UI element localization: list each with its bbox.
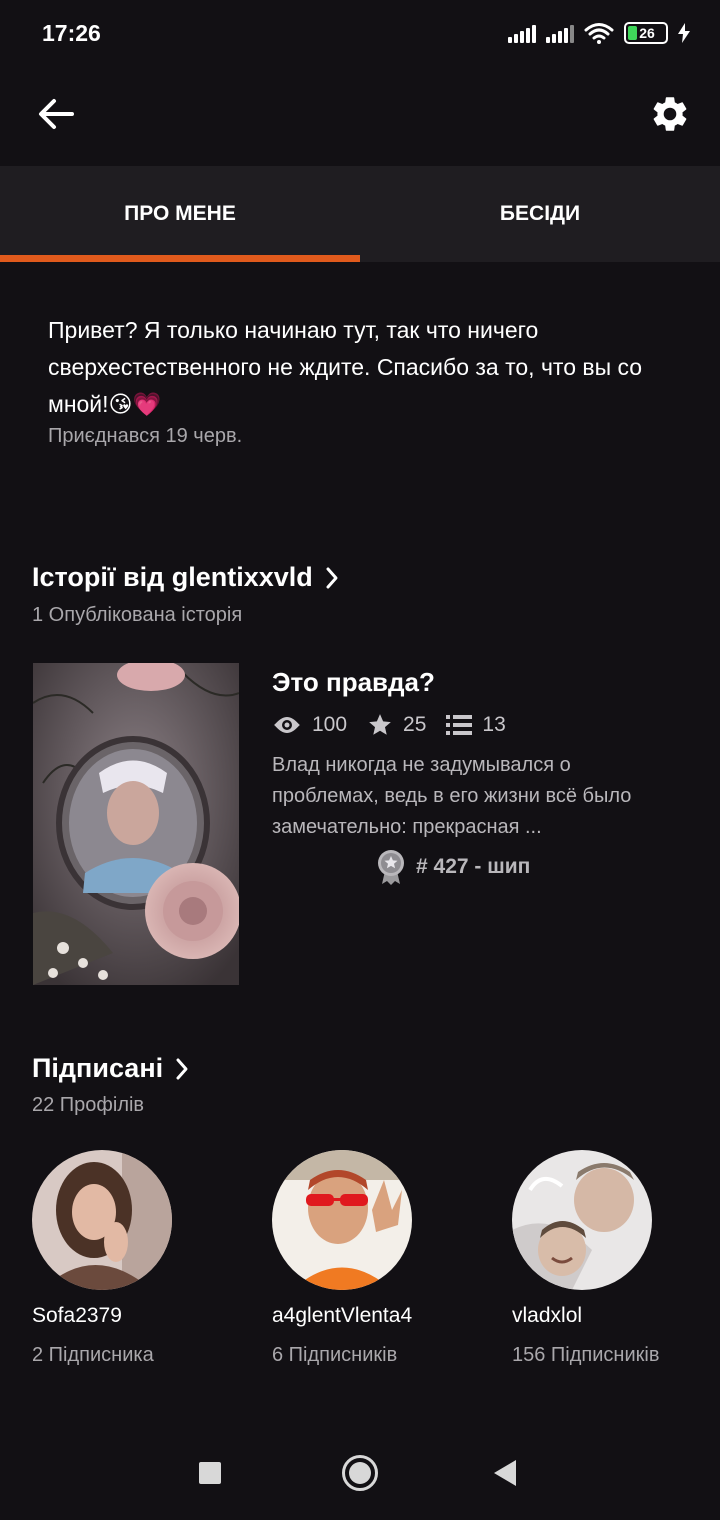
story-cover-image[interactable]	[33, 663, 239, 985]
story-description: Влад никогда не задумывался о проблемах,…	[272, 754, 632, 838]
profile-card[interactable]: Sofa2379 2 Підписника	[32, 1150, 272, 1367]
list-icon	[446, 715, 473, 735]
tab-bar: ПРО МЕНЕ БЕСІДИ	[0, 166, 720, 262]
wifi-icon	[584, 23, 614, 44]
story-stats: 100 25 13	[272, 712, 672, 738]
following-count: 22 Профілів	[32, 1094, 145, 1116]
profile-card[interactable]: vladxlol 156 Підписників	[512, 1150, 720, 1367]
profile-username[interactable]: Sofa2379	[32, 1304, 272, 1328]
tab-about-me[interactable]: ПРО МЕНЕ	[0, 166, 360, 262]
profile-followers: 156 Підписників	[512, 1344, 660, 1366]
status-time: 17:26	[42, 20, 101, 46]
story-title[interactable]: Это правда?	[272, 667, 672, 698]
stories-count: 1 Опублікована історія	[32, 604, 243, 626]
following-list: Sofa2379 2 Підписника a4glentVlenta4 6 П…	[32, 1150, 720, 1367]
views-stat: 100	[272, 713, 347, 737]
tab-conversations[interactable]: БЕСІДИ	[360, 166, 720, 262]
charging-icon	[678, 23, 690, 43]
about-section: Привет? Я только начинаю тут, так что ни…	[48, 312, 688, 448]
gear-icon[interactable]	[642, 86, 698, 142]
votes-stat: 25	[367, 712, 426, 738]
recent-apps-button[interactable]	[199, 1462, 221, 1484]
story-card[interactable]: Это правда? 100 25 13 Влад никогда не за…	[272, 663, 672, 885]
parts-count: 13	[482, 713, 506, 736]
nav-back-button[interactable]	[494, 1460, 516, 1486]
home-button[interactable]	[342, 1455, 378, 1491]
profile-card[interactable]: a4glentVlenta4 6 Підписників	[272, 1150, 512, 1367]
status-bar: 17:26 26	[0, 0, 720, 68]
following-title: Підписані	[32, 1053, 164, 1083]
following-header[interactable]: Підписані	[32, 1053, 189, 1084]
app-bar	[0, 68, 720, 166]
profile-username[interactable]: a4glentVlenta4	[272, 1304, 512, 1328]
profile-followers: 2 Підписника	[32, 1344, 154, 1366]
signal-icon-2	[546, 23, 574, 43]
back-arrow-icon[interactable]	[30, 88, 82, 140]
stories-title: Історії від glentixxvld	[32, 562, 313, 592]
signal-icon	[508, 23, 536, 43]
avatar[interactable]	[32, 1150, 172, 1290]
avatar[interactable]	[512, 1150, 652, 1290]
story-rank[interactable]: # 427 - шип	[376, 849, 672, 885]
battery-icon: 26	[624, 22, 668, 44]
status-icons: 26	[508, 22, 690, 44]
parts-stat: 13	[446, 713, 506, 737]
stories-header[interactable]: Історії від glentixxvld	[32, 562, 339, 593]
votes-count: 25	[403, 713, 427, 736]
system-nav-bar	[0, 1420, 720, 1520]
star-icon	[369, 714, 391, 735]
joined-date: Приєднався 19 черв.	[48, 425, 243, 447]
profile-followers: 6 Підписників	[272, 1344, 398, 1366]
chevron-right-icon	[176, 1058, 188, 1079]
bio-text: Привет? Я только начинаю тут, так что ни…	[48, 317, 643, 417]
eye-icon	[274, 717, 300, 733]
award-badge-icon	[378, 850, 404, 885]
profile-username[interactable]: vladxlol	[512, 1304, 720, 1328]
avatar[interactable]	[272, 1150, 412, 1290]
views-count: 100	[312, 713, 348, 736]
rank-text: # 427 - шип	[416, 855, 531, 878]
battery-level: 26	[639, 25, 655, 41]
chevron-right-icon	[326, 567, 338, 588]
